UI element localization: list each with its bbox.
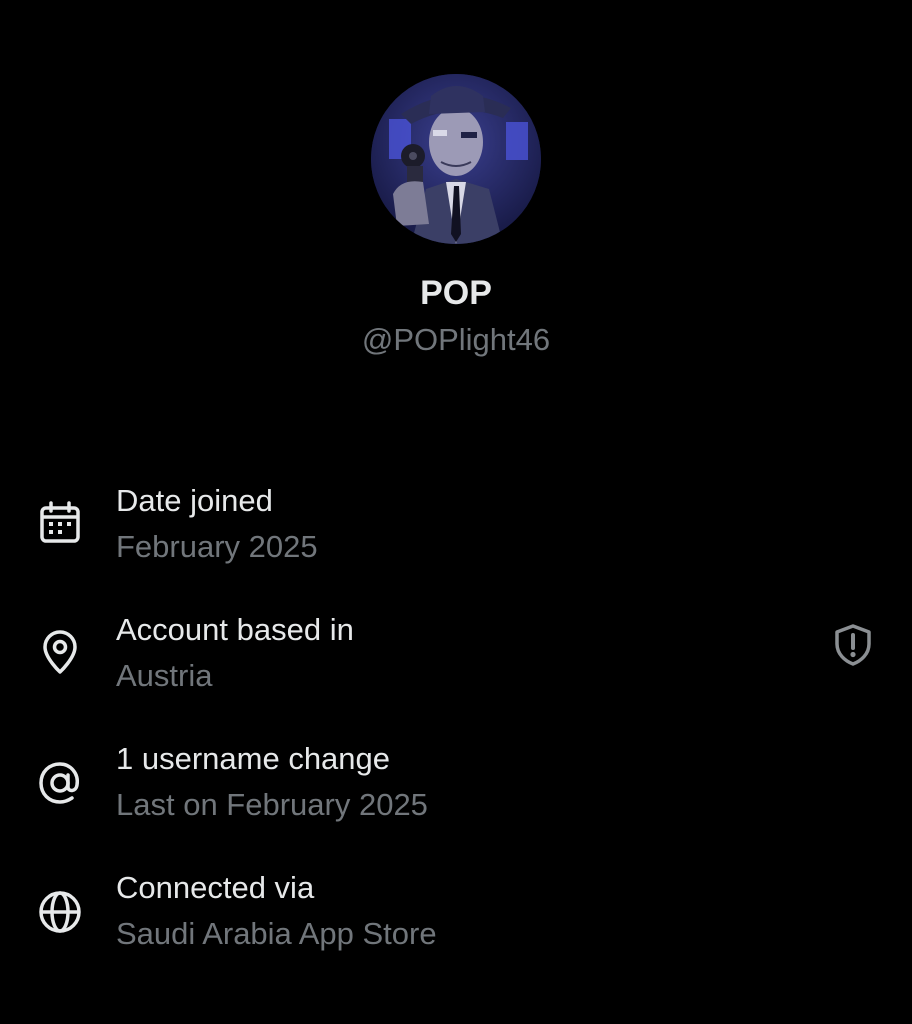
date-joined-label: Date joined — [116, 483, 273, 518]
display-name: POP — [420, 274, 492, 312]
globe-icon — [36, 888, 84, 936]
at-sign-icon — [36, 759, 84, 807]
connected-via-value: Saudi Arabia App Store — [116, 916, 437, 951]
info-row-date-joined: Date joined February 2025 — [0, 481, 912, 591]
username-change-label: 1 username change — [116, 741, 391, 776]
username-change-value: Last on February 2025 — [116, 787, 428, 822]
account-based-in-label: Account based in — [116, 612, 354, 647]
location-pin-icon — [36, 628, 84, 676]
info-row-username-change: 1 username change Last on February 2025 — [0, 739, 912, 849]
connected-via-label: Connected via — [116, 870, 315, 905]
shield-alert-icon[interactable] — [830, 622, 876, 668]
username-handle: @POPlight46 — [361, 322, 551, 357]
info-row-connected-via: Connected via Saudi Arabia App Store — [0, 868, 912, 978]
avatar[interactable] — [371, 74, 541, 244]
date-joined-value: February 2025 — [116, 529, 318, 564]
calendar-icon — [36, 499, 84, 547]
avatar-image — [371, 74, 541, 244]
account-based-in-value: Austria — [116, 658, 213, 693]
info-row-account-based-in: Account based in Austria — [0, 610, 912, 720]
